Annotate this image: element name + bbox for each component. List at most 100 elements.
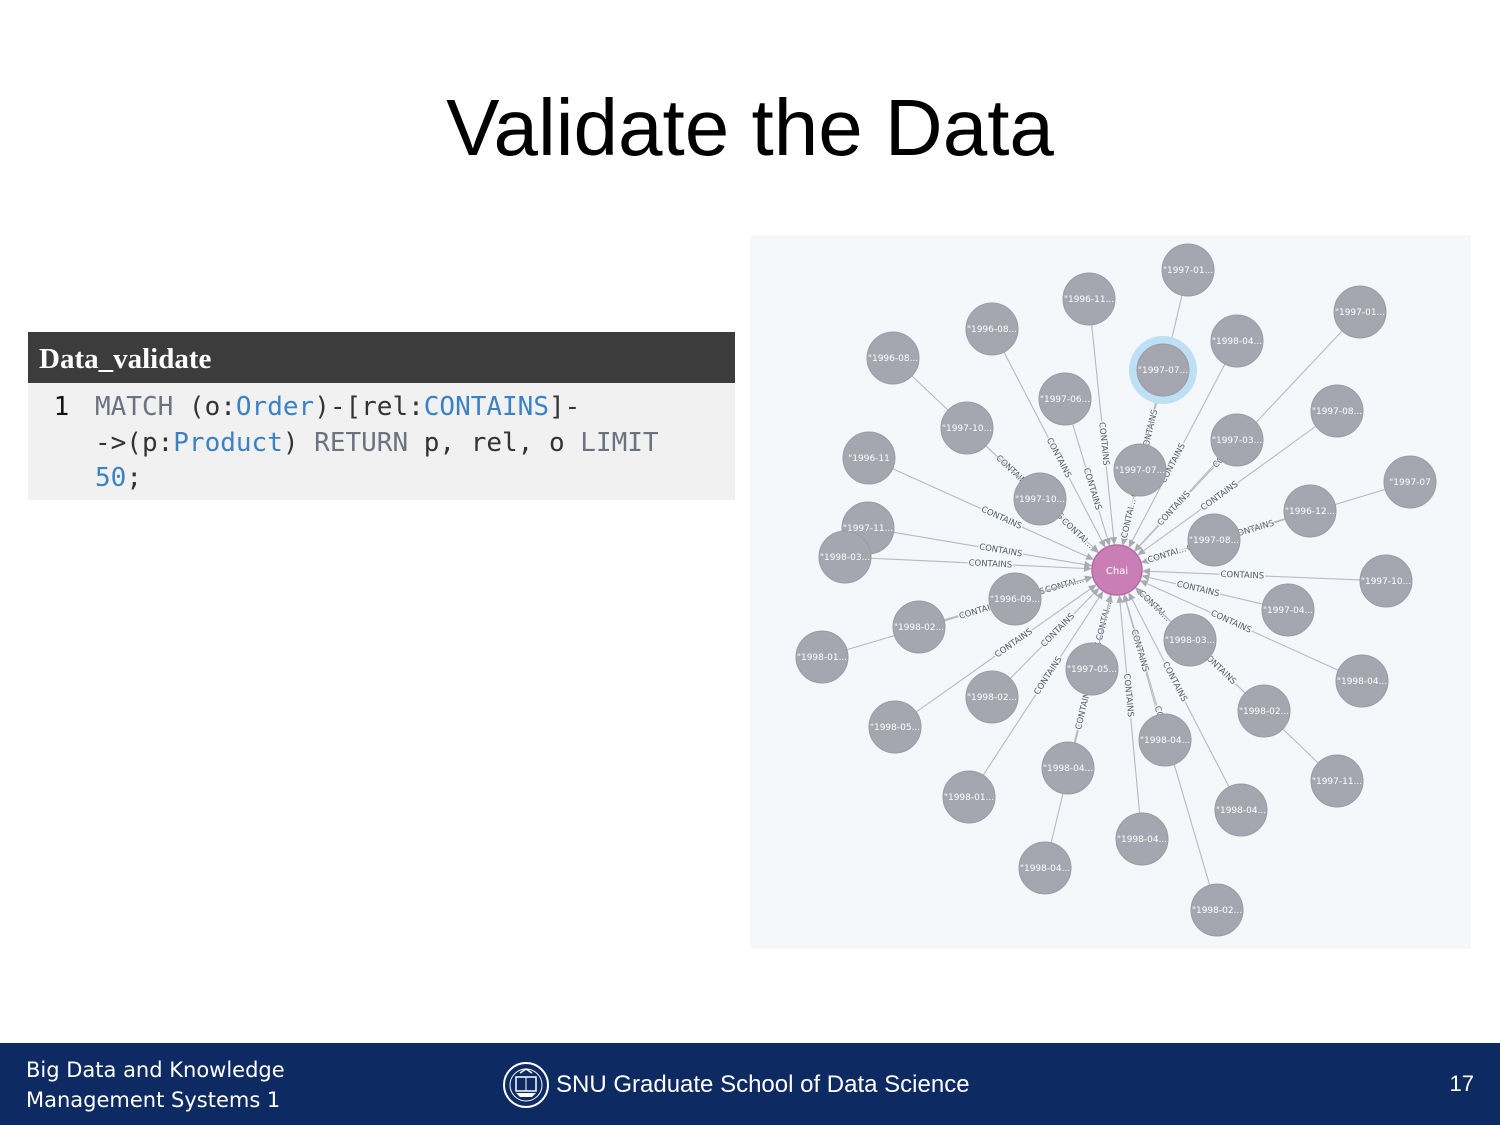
order-node[interactable]: "1998-05...: [868, 700, 922, 754]
order-node[interactable]: "1998-03...: [818, 530, 872, 584]
order-node[interactable]: "1997-07: [1383, 455, 1437, 509]
relationship-label: CONTAINS: [978, 542, 1023, 559]
page-number: 17: [1449, 1071, 1474, 1096]
limit-value: 50: [95, 463, 127, 493]
code-token: )-[rel:: [314, 392, 424, 422]
node-label: "1998-04...: [1020, 864, 1070, 874]
node-label: "1997-08...: [1312, 407, 1362, 417]
order-node[interactable]: "1998-02...: [965, 670, 1019, 724]
code-token: ]-: [549, 392, 581, 422]
node-label: "1998-01...: [797, 653, 847, 663]
order-node[interactable]: "1998-04...: [1335, 654, 1389, 708]
code-line-wrap: 50;: [28, 461, 735, 497]
code-editor[interactable]: 1 MATCH (o:Order)-[rel:CONTAINS]- ->(p:P…: [28, 383, 735, 497]
order-node[interactable]: "1998-02...: [1237, 684, 1291, 738]
code-line-text: ->(p:Product) RETURN p, rel, o LIMIT: [95, 426, 735, 462]
order-node[interactable]: "1998-03...: [1163, 613, 1217, 667]
order-node[interactable]: "1997-11...: [1310, 754, 1364, 808]
node-label: "1996-11: [848, 454, 890, 464]
order-node[interactable]: "1996-08...: [965, 302, 1019, 356]
graph-visualization[interactable]: CONTAINS CONTAINS CONTAINS CONTAINS CONTAINS…: [750, 235, 1471, 949]
school-name: SNU Graduate School of Data Science: [556, 1071, 970, 1098]
rel-type-contains: CONTAINS: [423, 392, 549, 422]
relationship-label: CONTAINS: [1121, 673, 1135, 717]
order-node[interactable]: "1997-10...: [940, 401, 994, 455]
relationship-label: CONTAINS: [1044, 436, 1073, 479]
course-name-line1: Big Data and Knowledge: [26, 1058, 285, 1082]
course-name-line2: Management Systems 1: [26, 1088, 281, 1112]
node-label: "1996-12...: [1285, 507, 1335, 517]
order-node[interactable]: "1998-02...: [1190, 883, 1244, 937]
node-label: "1997-07...: [1115, 466, 1165, 476]
order-node[interactable]: "1998-04...: [1210, 314, 1264, 368]
code-line-text: MATCH (o:Order)-[rel:CONTAINS]-: [95, 390, 735, 426]
node-label: "1998-03...: [820, 553, 870, 563]
node-label: "1997-07: [1389, 478, 1431, 488]
order-node[interactable]: "1997-10...: [1013, 472, 1067, 526]
relationship-label: CONTAINS: [1209, 609, 1253, 636]
keyword-limit: LIMIT: [580, 427, 659, 458]
order-node[interactable]: "1998-04...: [1138, 713, 1192, 767]
label-order: Order: [235, 392, 315, 422]
node-label: "1998-05...: [870, 723, 920, 733]
node-label: "1998-02...: [1239, 707, 1289, 717]
node-label: "1998-02...: [1192, 906, 1242, 916]
node-label: "1996-11...: [1064, 295, 1114, 305]
node-label: "1998-04...: [1043, 764, 1093, 774]
node-label: "1997-11...: [1312, 777, 1362, 787]
order-node[interactable]: "1997-07...: [1113, 443, 1167, 497]
keyword-match: MATCH: [95, 392, 174, 422]
order-node[interactable]: "1997-03...: [1210, 413, 1264, 467]
order-node[interactable]: "1998-04...: [1214, 783, 1268, 837]
order-node[interactable]: "1996-11...: [1062, 272, 1116, 326]
node-label: "1998-02...: [894, 623, 944, 633]
node-label: "1996-09...: [990, 595, 1040, 605]
order-node[interactable]: "1997-10...: [1359, 554, 1413, 608]
order-node[interactable]: "1997-01...: [1161, 243, 1215, 297]
order-node[interactable]: "1996-09...: [988, 572, 1042, 626]
node-label: "1998-03...: [1165, 636, 1215, 646]
order-node[interactable]: "1997-07...: [1129, 336, 1197, 404]
node-label: "1996-08...: [967, 325, 1017, 335]
order-node[interactable]: "1996-12...: [1283, 484, 1337, 538]
node-label: "1997-05...: [1067, 665, 1117, 675]
order-node[interactable]: "1998-04...: [1115, 812, 1169, 866]
relationship-label: CONTAINS: [1081, 467, 1103, 512]
course-name: Big Data and Knowledge Management System…: [26, 1055, 285, 1115]
node-label: "1997-10...: [942, 424, 992, 434]
order-node[interactable]: "1998-04...: [1018, 841, 1072, 895]
relationship-label: CONTAINS: [1220, 570, 1264, 582]
order-node[interactable]: "1997-01...: [1333, 285, 1387, 339]
footer-bar: Big Data and Knowledge Management System…: [0, 1043, 1500, 1125]
relationship-label: CONTAINS: [1156, 489, 1193, 528]
order-node[interactable]: "1997-08...: [1187, 513, 1241, 567]
node-label: "1998-01...: [944, 793, 994, 803]
edge-arrowhead: [1141, 574, 1150, 581]
order-node[interactable]: "1996-11: [842, 431, 896, 485]
code-token: ;: [126, 463, 142, 493]
product-node-chai[interactable]: Chai: [1091, 544, 1143, 596]
node-label: "1997-08...: [1189, 536, 1239, 546]
order-node[interactable]: "1997-08...: [1310, 384, 1364, 438]
node-label: "1997-06...: [1040, 395, 1090, 405]
order-node[interactable]: "1997-06...: [1038, 372, 1092, 426]
order-node[interactable]: "1998-01...: [795, 630, 849, 684]
relationship-label: CONTAINS: [1199, 480, 1240, 514]
code-line-wrap: ->(p:Product) RETURN p, rel, o LIMIT: [28, 426, 735, 462]
relationship-label: CONTAINS: [1129, 628, 1150, 673]
node-label: "1998-04...: [1212, 337, 1262, 347]
order-node[interactable]: "1998-01...: [942, 770, 996, 824]
graph-canvas[interactable]: CONTAINSCONTAINSCONTAINS CONTAINSCONTAINS…: [750, 235, 1471, 949]
relationship-label: CONTAINS: [1160, 660, 1189, 703]
code-panel: Data_validate 1 MATCH (o:Order)-[rel:CON…: [28, 332, 735, 500]
order-node[interactable]: "1997-05...: [1065, 642, 1119, 696]
node-label: "1996-08...: [868, 354, 918, 364]
order-node[interactable]: "1998-02...: [892, 600, 946, 654]
order-node[interactable]: "1996-08...: [866, 331, 920, 385]
code-token: p, rel, o: [408, 427, 581, 458]
order-node[interactable]: "1997-04...: [1261, 583, 1315, 637]
order-node[interactable]: "1998-04...: [1041, 741, 1095, 795]
keyword-return: RETURN: [314, 427, 409, 458]
node-label: "1997-07...: [1138, 366, 1188, 376]
relationship-label: CONTAINS: [1039, 611, 1077, 649]
